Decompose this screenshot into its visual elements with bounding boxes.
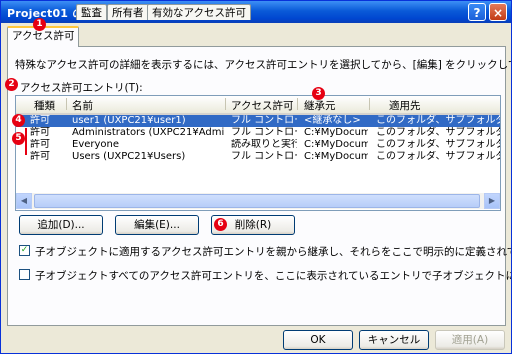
replace-checkbox[interactable] (19, 269, 30, 280)
column-header-inherited-from[interactable]: 継承元 (304, 98, 336, 113)
column-header-name[interactable]: 名前 (72, 98, 93, 113)
annotation-marker-6: 6 (214, 218, 227, 231)
tab-permissions-label: アクセス許可 (12, 30, 75, 42)
cell-permission: フル コントロール (231, 127, 297, 138)
cell-name: Everyone (72, 139, 120, 150)
cell-inherited-from: C:¥MyDocument¥ (304, 139, 368, 150)
cell-applies-to: このフォルダ、サブフォルダおよ (376, 127, 500, 138)
cell-name: Users (UXPC21¥Users) (72, 151, 186, 162)
table-row[interactable]: 許可 Everyone 読み取りと実行 C:¥MyDocument¥ このフォル… (16, 139, 500, 151)
cell-applies-to: このフォルダ、サブフォルダおよ (376, 139, 500, 150)
replace-checkbox-label: 子オブジェクトすべてのアクセス許可エントリを、ここに表示されているエントリで子オ… (35, 270, 511, 282)
ok-button[interactable]: OK (283, 330, 353, 350)
cell-inherited-from: C:¥MyDocument¥ (304, 151, 368, 162)
annotation-marker-4: 4 (12, 114, 25, 127)
annotation-marker-2: 2 (5, 78, 18, 91)
add-button[interactable]: 追加(D)... (19, 215, 103, 235)
column-separator[interactable] (225, 98, 226, 110)
inherit-checkbox-label: 子オブジェクトに適用するアクセス許可エントリを親から継承し、それらをここで明示的… (35, 246, 511, 258)
tab-owner[interactable]: 所有者 (107, 4, 149, 20)
scroll-left-icon[interactable]: ◀ (16, 193, 32, 209)
inherit-checkbox[interactable]: ✓ (19, 245, 30, 256)
tab-audit-label: 監査 (81, 7, 102, 19)
tab-audit[interactable]: 監査 (76, 4, 107, 20)
cell-type: 許可 (30, 139, 50, 150)
help-button[interactable]: ? (468, 3, 486, 21)
cell-permission: フル コントロール (231, 115, 297, 126)
scroll-right-icon[interactable]: ▶ (484, 193, 500, 209)
column-header-type[interactable]: 種類 (34, 98, 55, 113)
security-dialog: Project01 のセキュリティの詳細設定 ? × 監査 所有者 有効なアクセ… (0, 0, 512, 354)
annotation-marker-1: 1 (33, 18, 46, 31)
tab-effective-permissions[interactable]: 有効なアクセス許可 (147, 4, 251, 20)
column-separator[interactable] (297, 98, 298, 110)
annotation-bracket (25, 128, 30, 155)
table-row[interactable]: 許可 Administrators (UXPC21¥Adminis... フル … (16, 127, 500, 139)
info-text: 特殊なアクセス許可の詳細を表示するには、アクセス許可エントリを選択してから、[編… (15, 59, 511, 71)
cell-type: 許可 (30, 115, 50, 126)
cell-applies-to: このフォルダ、サブフォルダおよ (376, 115, 500, 126)
cell-permission: フル コントロール (231, 151, 297, 162)
annotation-marker-5: 5 (12, 132, 25, 145)
cell-name: user1 (UXPC21¥user1) (72, 115, 186, 126)
column-header-applies-to[interactable]: 適用先 (389, 98, 421, 113)
apply-button[interactable]: 適用(A) (435, 330, 505, 350)
cell-name: Administrators (UXPC21¥Adminis... (72, 127, 224, 138)
entries-label: アクセス許可エントリ(T): (20, 82, 143, 94)
scroll-thumb[interactable] (34, 194, 480, 208)
cancel-button[interactable]: キャンセル (359, 330, 429, 350)
column-separator[interactable] (369, 98, 370, 110)
table-row[interactable]: 許可 user1 (UXPC21¥user1) フル コントロール <継承なし>… (16, 115, 500, 127)
table-row[interactable]: 許可 Users (UXPC21¥Users) フル コントロール C:¥MyD… (16, 151, 500, 163)
cell-inherited-from: <継承なし> (304, 115, 361, 126)
close-icon: × (492, 6, 504, 20)
list-header: 種類 名前 アクセス許可 継承元 適用先 (16, 96, 500, 115)
horizontal-scrollbar[interactable]: ◀ ▶ (16, 193, 500, 209)
column-header-permission[interactable]: アクセス許可 (231, 98, 293, 113)
help-icon: ? (473, 6, 481, 20)
cell-applies-to: このフォルダ、サブフォルダおよ (376, 151, 500, 162)
permission-entries-list[interactable]: 種類 名前 アクセス許可 継承元 適用先 許可 user1 (UXPC21¥us… (15, 95, 501, 211)
cell-inherited-from: C:¥MyDocument¥ (304, 127, 368, 138)
edit-button[interactable]: 編集(E)... (115, 215, 199, 235)
column-separator[interactable] (66, 98, 67, 110)
tab-effective-label: 有効なアクセス許可 (152, 7, 246, 19)
cell-type: 許可 (30, 151, 50, 162)
tab-owner-label: 所有者 (112, 7, 144, 19)
annotation-marker-3: 3 (312, 87, 325, 100)
close-button[interactable]: × (489, 3, 507, 21)
cell-permission: 読み取りと実行 (231, 139, 297, 150)
cell-type: 許可 (30, 127, 50, 138)
